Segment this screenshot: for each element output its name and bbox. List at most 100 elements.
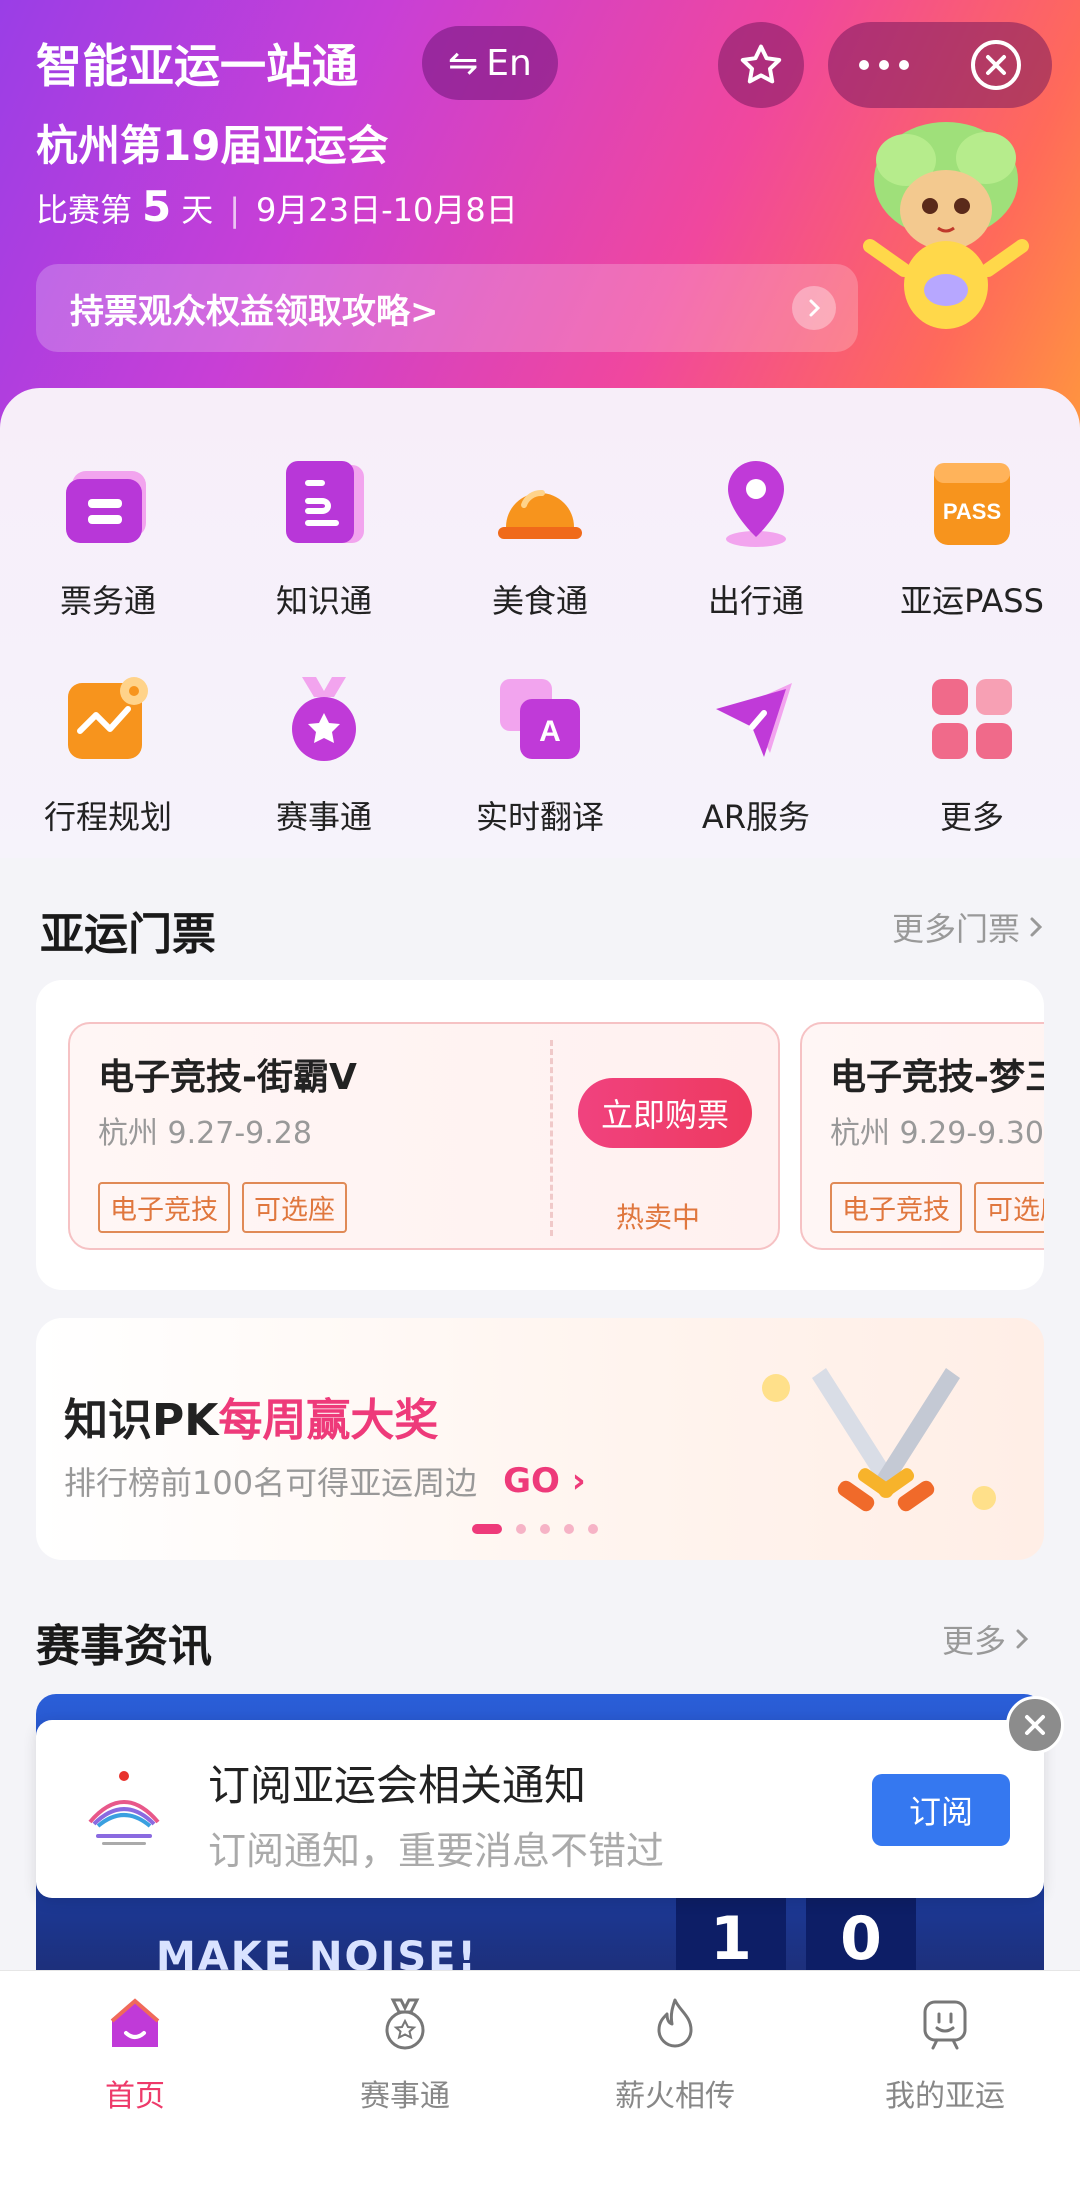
ticket-name: 电子竞技-梦三 (830, 1057, 1044, 1098)
tab-torch[interactable]: 薪火相传 (540, 1989, 810, 2115)
tickets-carousel[interactable]: 电子竞技-街霸V 杭州 9.27-9.28 电子竞技 可选座 立即购票 热卖中 … (36, 980, 1044, 1290)
tickets-section-title: 亚运门票 (40, 909, 216, 960)
pk-title: 知识PK每周赢大奖 (64, 1384, 438, 1448)
carousel-dot (472, 1524, 502, 1534)
ticket-divider (550, 1040, 553, 1236)
service-ticketing[interactable]: 票务通 (0, 448, 216, 638)
pass-icon-text: PASS (943, 499, 1001, 524)
subscribe-notification-card: 订阅亚运会相关通知 订阅通知，重要消息不错过 订阅 (36, 1720, 1044, 1898)
date-range: 9月23日-10月8日 (256, 191, 518, 229)
ticket-place-date: 杭州 9.27-9.28 (98, 1116, 312, 1151)
tab-label: 薪火相传 (615, 2079, 735, 2114)
service-label: 实时翻译 (475, 798, 604, 836)
carousel-dot (588, 1524, 598, 1534)
service-transport[interactable]: 出行通 (648, 448, 864, 638)
service-more[interactable]: 更多 (864, 664, 1080, 854)
chevron-right-icon (1016, 1629, 1029, 1649)
ticket-holder-guide-banner[interactable]: 持票观众权益领取攻略> (36, 264, 858, 352)
food-bell-icon (485, 448, 595, 558)
service-translate[interactable]: A 实时翻译 (432, 664, 648, 854)
day-number: 5 (142, 182, 172, 231)
carousel-dot (564, 1524, 574, 1534)
close-circle-icon (971, 40, 1021, 90)
more-dots-icon (859, 60, 909, 70)
day-suffix: 天 (181, 191, 214, 229)
profile-icon (910, 1989, 980, 2059)
service-label: 美食通 (491, 582, 588, 620)
service-itinerary[interactable]: 行程规划 (0, 664, 216, 854)
more-tickets-link[interactable]: 更多门票 (892, 904, 1046, 950)
ticket-card[interactable]: 电子竞技-梦三 杭州 9.29-9.30 电子竞技 可选座 (800, 1022, 1044, 1250)
subscribe-description: 订阅通知，重要消息不错过 (208, 1829, 665, 1873)
service-knowledge[interactable]: 知识通 (216, 448, 432, 638)
buy-ticket-button[interactable]: 立即购票 (578, 1078, 752, 1148)
event-subtitle: 杭州第19届亚运会 (36, 121, 389, 170)
location-pin-icon (701, 448, 811, 558)
star-icon (740, 44, 782, 84)
service-label: 亚运PASS (900, 582, 1044, 620)
tab-events[interactable]: 赛事通 (270, 1989, 540, 2115)
carousel-indicator (472, 1524, 598, 1534)
chevron-right-icon (792, 286, 836, 330)
ticket-card[interactable]: 电子竞技-街霸V 杭州 9.27-9.28 电子竞技 可选座 立即购票 热卖中 (68, 1022, 780, 1250)
favorite-button[interactable] (718, 22, 804, 108)
ticket-place-date: 杭州 9.29-9.30 (830, 1116, 1044, 1151)
flame-icon (640, 1989, 710, 2059)
pass-icon: PASS (917, 448, 1027, 558)
more-grid-icon (917, 664, 1027, 774)
mascot-illustration (863, 122, 1029, 329)
service-food[interactable]: 美食通 (432, 448, 648, 638)
pk-go-label: GO (503, 1461, 560, 1501)
tab-my-games[interactable]: 我的亚运 (810, 1989, 1080, 2115)
knowledge-pk-banner[interactable]: 知识PK每周赢大奖 排行榜前100名可得亚运周边 GO › (36, 1318, 1044, 1560)
bottom-tab-bar: 首页 赛事通 薪火相传 我的亚运 (0, 1970, 1080, 2212)
ticket-tag: 可选座 (242, 1182, 347, 1233)
more-news-label: 更多 (942, 1622, 1007, 1660)
news-image-caption: MAKE NOISE! (156, 1934, 478, 1974)
scoreboard-right: 0 (806, 1894, 916, 1974)
subscribe-title: 订阅亚运会相关通知 (208, 1761, 587, 1810)
close-subscribe-button[interactable] (1006, 1696, 1064, 1754)
translate-icon: A (485, 664, 595, 774)
language-label: En (486, 42, 532, 84)
more-menu-button[interactable] (828, 22, 940, 108)
service-label: AR服务 (701, 798, 811, 836)
tab-label: 我的亚运 (885, 2079, 1005, 2114)
service-label: 知识通 (275, 582, 372, 620)
pk-go-link[interactable]: GO › (503, 1461, 586, 1501)
itinerary-icon (53, 664, 163, 774)
tab-home[interactable]: 首页 (0, 1989, 270, 2115)
chevron-right-icon (1030, 917, 1043, 937)
service-ar[interactable]: AR服务 (648, 664, 864, 854)
news-section-title: 赛事资讯 (36, 1621, 212, 1672)
ticket-status: 热卖中 (616, 1201, 701, 1234)
ticket-tags: 电子竞技 可选座 (98, 1182, 347, 1233)
close-miniprogram-button[interactable] (940, 22, 1052, 108)
close-icon (1025, 1715, 1045, 1735)
home-icon (100, 1989, 170, 2059)
divider: | (229, 191, 241, 229)
miniprogram-capsule (828, 22, 1052, 108)
book-icon (269, 448, 379, 558)
ticket-tag: 电子竞技 (98, 1182, 230, 1233)
app-title: 智能亚运一站通 (36, 39, 358, 93)
day-counter: 比赛第 5 天 | 9月23日-10月8日 (36, 182, 518, 231)
tab-label: 首页 (105, 2079, 165, 2114)
banner-text: 持票观众权益领取攻略> (70, 291, 439, 332)
swap-icon: ⇋ (448, 42, 479, 84)
ticket-tag: 电子竞技 (830, 1182, 962, 1233)
more-tickets-label: 更多门票 (892, 910, 1021, 948)
scoreboard-left: 1 (676, 1894, 786, 1974)
ticket-name: 电子竞技-街霸V (98, 1057, 357, 1098)
carousel-dot (516, 1524, 526, 1534)
ticket-tag: 可选座 (974, 1182, 1044, 1233)
pk-title-highlight: 每周赢大奖 (218, 1395, 439, 1446)
language-switch-button[interactable]: ⇋ En (422, 26, 558, 100)
subscribe-button[interactable]: 订阅 (872, 1774, 1010, 1846)
service-pass[interactable]: PASS 亚运PASS (864, 448, 1080, 638)
pk-title-plain: 知识PK (64, 1395, 219, 1446)
more-news-link[interactable]: 更多 (942, 1616, 1032, 1662)
service-events[interactable]: 赛事通 (216, 664, 432, 854)
service-label: 票务通 (59, 582, 156, 620)
day-prefix: 比赛第 (36, 191, 133, 229)
